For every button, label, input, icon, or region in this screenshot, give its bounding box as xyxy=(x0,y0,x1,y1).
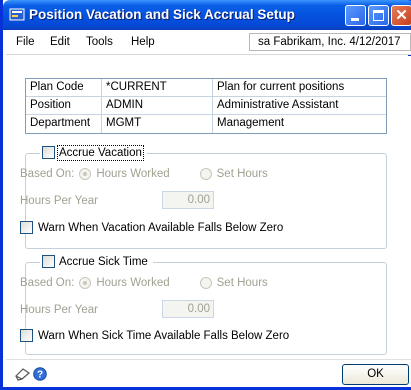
sick-set-hours-radio[interactable] xyxy=(199,277,212,289)
main-content: Plan Code *CURRENT Plan for current posi… xyxy=(6,56,411,359)
grid-row-department: Department MGMT Management xyxy=(26,115,386,133)
plan-code-value[interactable]: *CURRENT xyxy=(102,79,213,96)
vacation-hours-per-year-field[interactable]: 0.00 xyxy=(162,191,214,209)
plan-code-description: Plan for current positions xyxy=(217,81,345,93)
vacation-warn-row[interactable]: Warn When Vacation Available Falls Below… xyxy=(20,221,283,234)
department-description: Management xyxy=(217,117,285,129)
help-icon[interactable]: ? xyxy=(33,367,47,381)
vacation-warn-label: Warn When Vacation Available Falls Below… xyxy=(38,221,284,234)
vacation-based-on-row: Based On: Hours Worked Set Hours xyxy=(20,168,268,180)
sick-set-hours-label: Set Hours xyxy=(216,277,268,289)
sick-warn-checkbox[interactable] xyxy=(20,329,33,342)
plan-grid: Plan Code *CURRENT Plan for current posi… xyxy=(25,78,387,134)
title-bar[interactable]: Position Vacation and Sick Accrual Setup… xyxy=(3,0,411,30)
ok-button[interactable]: OK xyxy=(342,364,409,385)
sick-based-on-label: Based On: xyxy=(20,277,75,289)
maximize-button[interactable] xyxy=(368,5,389,26)
vacation-set-hours-label: Set Hours xyxy=(216,168,268,180)
vacation-group: Accrue Vacation Based On: Hours Worked S… xyxy=(20,144,387,249)
window-app-icon xyxy=(9,8,25,21)
minimize-icon xyxy=(351,18,359,21)
footer-bar: ? OK xyxy=(6,359,411,387)
minimize-button[interactable] xyxy=(345,5,366,26)
position-description: Administrative Assistant xyxy=(217,99,339,111)
menu-edit[interactable]: Edit xyxy=(50,36,70,48)
vacation-hours-worked-label: Hours Worked xyxy=(96,168,170,180)
sick-group: Accrue Sick Time Based On: Hours Worked … xyxy=(20,255,387,355)
sick-hours-worked-label: Hours Worked xyxy=(96,277,170,289)
svg-text:?: ? xyxy=(37,370,43,381)
note-icon[interactable] xyxy=(14,367,32,381)
plan-code-label: Plan Code xyxy=(26,79,102,96)
grid-row-plan-code: Plan Code *CURRENT Plan for current posi… xyxy=(26,79,386,97)
menu-help[interactable]: Help xyxy=(131,36,155,48)
position-label: Position xyxy=(26,97,102,114)
sick-hours-per-year-label: Hours Per Year xyxy=(20,304,98,316)
window: Position Vacation and Sick Accrual Setup… xyxy=(0,0,411,390)
user-info-field: sa Fabrikam, Inc. 4/12/2017 xyxy=(249,33,411,51)
vacation-hours-per-year-label: Hours Per Year xyxy=(20,195,98,207)
accrue-sick-toggle[interactable]: Accrue Sick Time xyxy=(40,255,153,268)
accrue-vacation-checkbox[interactable] xyxy=(42,146,55,159)
sick-warn-row[interactable]: Warn When Sick Time Available Falls Belo… xyxy=(20,329,289,342)
department-value[interactable]: MGMT xyxy=(102,115,213,133)
window-title: Position Vacation and Sick Accrual Setup xyxy=(29,7,295,22)
vacation-hours-worked-radio[interactable] xyxy=(79,168,92,180)
menu-tools[interactable]: Tools xyxy=(86,36,113,48)
close-icon: ✕ xyxy=(395,7,408,24)
accrue-vacation-label: Accrue Vacation xyxy=(57,144,144,161)
maximize-icon xyxy=(373,10,384,21)
vacation-based-on-label: Based On: xyxy=(20,168,75,180)
close-button[interactable]: ✕ xyxy=(391,5,411,26)
sick-hours-per-year-field[interactable]: 0.00 xyxy=(162,300,214,318)
sick-warn-label: Warn When Sick Time Available Falls Belo… xyxy=(38,329,290,342)
vacation-warn-checkbox[interactable] xyxy=(20,221,33,234)
sick-based-on-row: Based On: Hours Worked Set Hours xyxy=(20,277,268,289)
position-value[interactable]: ADMIN xyxy=(102,97,213,114)
accrue-sick-checkbox[interactable] xyxy=(42,255,55,268)
grid-row-position: Position ADMIN Administrative Assistant xyxy=(26,97,386,115)
accrue-sick-label: Accrue Sick Time xyxy=(59,255,148,268)
sick-hours-worked-radio[interactable] xyxy=(79,277,92,289)
department-label: Department xyxy=(26,115,102,133)
accrue-vacation-toggle[interactable]: Accrue Vacation xyxy=(40,144,147,161)
menu-file[interactable]: File xyxy=(16,36,35,48)
vacation-set-hours-radio[interactable] xyxy=(199,168,212,180)
